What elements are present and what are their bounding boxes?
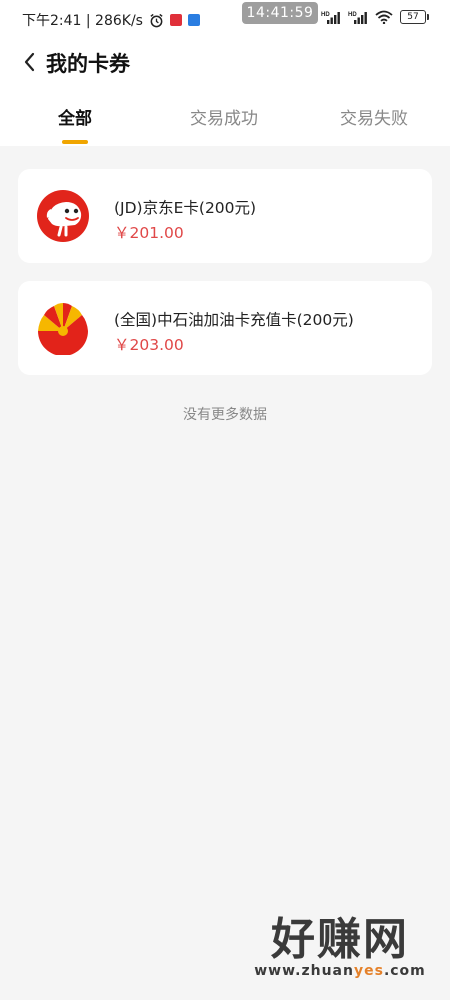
battery-icon: 57: [400, 10, 429, 24]
page-title: 我的卡券: [46, 52, 130, 76]
watermark-domain-highlight: yes: [353, 963, 384, 979]
svg-text:HD: HD: [321, 12, 330, 18]
signal-hd-icon: HD: [321, 12, 340, 24]
card-name: (全国)中石油加油卡充值卡(200元): [114, 311, 354, 329]
watermark-brand: 好赚网: [271, 914, 409, 965]
app-notification-icon-blue: [187, 14, 200, 26]
alarm-icon: [150, 13, 163, 27]
status-left: 下午2:41 | 286K/s: [22, 10, 200, 30]
back-button[interactable]: [20, 50, 40, 74]
watermark-domain-post: .com: [383, 963, 426, 979]
page: 下午2:41 | 286K/s 14:41:59 HD HD 57 我的卡券 全…: [0, 0, 450, 1000]
svg-text:HD: HD: [348, 12, 357, 18]
tab-success[interactable]: 交易成功: [190, 104, 258, 129]
tab-failed[interactable]: 交易失败: [340, 104, 408, 129]
status-time-pill: 14:41:59: [242, 2, 318, 24]
no-more-data-text: 没有更多数据: [183, 407, 267, 423]
wifi-icon: [375, 10, 393, 24]
watermark-domain: www.zhuanyes.com: [242, 963, 438, 979]
petrochina-logo: [38, 303, 88, 355]
card-item-petrochina[interactable]: (全国)中石油加油卡充值卡(200元) ￥203.00: [18, 281, 432, 375]
status-right: HD HD 57: [321, 10, 429, 24]
card-price: ￥201.00: [114, 224, 184, 242]
card-price: ￥203.00: [114, 336, 184, 354]
watermark-logo: 好赚网 www.zhuanyes.com: [242, 915, 438, 990]
battery-level: 57: [407, 12, 419, 22]
tab-bar: 全部 交易成功 交易失败: [0, 90, 450, 146]
tab-all[interactable]: 全部: [58, 104, 92, 129]
status-bar: 下午2:41 | 286K/s 14:41:59 HD HD 57: [0, 0, 450, 38]
signal-hd-icon-2: HD: [348, 12, 367, 24]
status-time-speed: 下午2:41 | 286K/s: [22, 13, 143, 29]
card-name: (JD)京东E卡(200元): [114, 199, 257, 217]
card-item-jd[interactable]: (JD)京东E卡(200元) ￥201.00: [18, 169, 432, 263]
chevron-left-icon: [24, 52, 35, 72]
header: 我的卡券: [0, 38, 450, 90]
tab-active-indicator: [62, 140, 88, 144]
jd-dog-logo: [37, 190, 89, 242]
app-notification-icon-red: [169, 14, 182, 26]
watermark-domain-pre: www.zhuan: [254, 963, 354, 979]
